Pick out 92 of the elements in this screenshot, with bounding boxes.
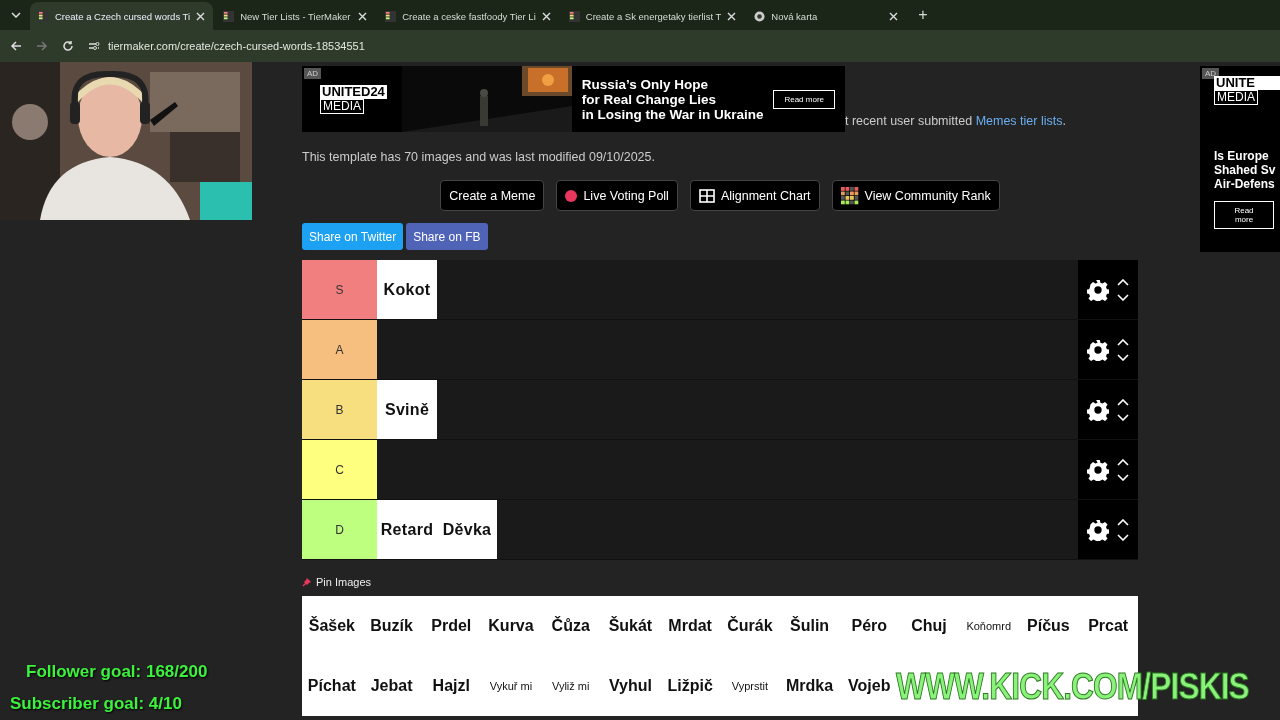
tier-label: A	[302, 320, 377, 379]
ad-badge: AD	[304, 68, 322, 79]
ad-headline: Is Europe	[1214, 149, 1270, 163]
close-icon[interactable]	[541, 11, 551, 21]
word-tile[interactable]: Buzík	[361, 596, 422, 656]
share-button[interactable]: Share on FB	[406, 223, 488, 250]
ad-banner[interactable]: AD UNITED24 MEDIA Russia’s Only Hope for Real Change Lies in Losing the War in Ukraine Read more	[302, 66, 845, 132]
close-icon[interactable]	[196, 11, 206, 21]
word-tile[interactable]: Vykuř mi	[481, 656, 541, 716]
reload-icon[interactable]	[62, 40, 74, 52]
tab-title: Create a Sk energetaky tierlist T	[585, 10, 722, 22]
ad-logo: UNITED24	[320, 84, 387, 99]
word-tile[interactable]: Šukát	[600, 596, 661, 656]
tab-title: New Tier Lists - TierMaker	[240, 10, 352, 22]
tier-item-card[interactable]: Kokot	[377, 260, 437, 319]
word-tile[interactable]: Ližpič	[660, 656, 720, 716]
word-tile[interactable]: Kurva	[481, 596, 541, 656]
ad-headline: for Real Change Lies	[581, 91, 717, 107]
ad-badge: AD	[1202, 68, 1220, 79]
grid-icon	[698, 188, 715, 203]
word-tile[interactable]: Vyprstit	[720, 656, 780, 716]
settings-icon[interactable]	[1087, 278, 1109, 301]
word-tile[interactable]: Hajzl	[421, 656, 482, 716]
word-tile[interactable]: Chuj	[899, 596, 959, 656]
tier-item-card[interactable]: Svině	[377, 380, 437, 439]
intro-period: .	[1062, 114, 1066, 128]
tier-label: D	[302, 500, 377, 559]
template-info: This template has 70 images and was last modified 09/10/2025.	[302, 150, 656, 164]
word-tile[interactable]: Šašek	[302, 596, 362, 656]
settings-icon[interactable]	[1087, 458, 1109, 481]
tier-label: C	[302, 440, 377, 499]
read-more-button[interactable]: Read more	[773, 89, 835, 109]
tier-item-card[interactable]: Děvka	[437, 500, 497, 559]
action-button[interactable]: View Community Rank	[831, 180, 1000, 211]
browser-tab[interactable]: New Tier Lists - TierMaker	[215, 2, 376, 30]
ad-headline: Shahed Sv	[1214, 163, 1277, 177]
subscriber-goal: Subscriber goal: 4/10	[10, 694, 183, 714]
word-tile[interactable]: Prcat	[1078, 596, 1138, 656]
word-tile[interactable]: Píčus	[1018, 596, 1079, 656]
action-button[interactable]: Create a Meme	[440, 180, 545, 211]
tab-title: Create a ceske fastfoody Tier Li	[402, 10, 536, 22]
settings-icon[interactable]	[1087, 398, 1109, 421]
word-tile[interactable]: Čůza	[540, 596, 601, 656]
site-settings-icon[interactable]	[88, 41, 100, 51]
ad-headline: Russia’s Only Hope	[581, 76, 709, 92]
pin-icon	[302, 577, 312, 587]
intro-text: t recent user submitted	[845, 114, 974, 128]
browser-tab[interactable]: Nová karta	[746, 2, 907, 30]
tier-item-card[interactable]: Retard	[377, 500, 437, 559]
dot-icon	[565, 189, 578, 202]
ad-headline: Air-Defens	[1214, 177, 1276, 191]
word-tile[interactable]: Vyhul	[600, 656, 661, 716]
back-icon[interactable]	[10, 40, 22, 52]
word-tile[interactable]: Péro	[839, 596, 900, 656]
action-button[interactable]: Alignment Chart	[689, 180, 820, 211]
settings-icon[interactable]	[1087, 518, 1109, 541]
ad-logo-subtitle: MEDIA	[320, 98, 364, 114]
word-tile[interactable]: Čurák	[720, 596, 780, 656]
pin-images-label[interactable]: Pin Images	[316, 576, 372, 588]
rank-grid-icon	[840, 186, 859, 205]
site-icon	[223, 10, 235, 22]
read-more-button[interactable]: Read more	[1214, 201, 1274, 229]
ad-logo: UNITE	[1214, 76, 1280, 90]
word-tile[interactable]: Prdel	[421, 596, 482, 656]
forward-icon[interactable]	[36, 40, 48, 52]
site-icon	[385, 10, 397, 22]
word-tile[interactable]: Mrdat	[660, 596, 720, 656]
word-tile[interactable]: Koňomrd	[958, 596, 1019, 656]
ad-logo-subtitle: MEDIA	[1214, 90, 1258, 105]
word-tile[interactable]: Mrdka	[779, 656, 840, 716]
ad-headline: in Losing the War in Ukraine	[581, 106, 764, 122]
close-icon[interactable]	[889, 11, 899, 21]
follower-goal: Follower goal: 168/200	[26, 662, 209, 682]
browser-tab[interactable]: Create a Sk energetaky tierlist T	[560, 2, 745, 30]
action-button[interactable]: Live Voting Poll	[556, 180, 678, 211]
close-icon[interactable]	[727, 11, 737, 21]
site-icon	[38, 10, 49, 22]
word-tile[interactable]: Píchat	[302, 656, 362, 716]
address-field[interactable]: tiermaker.com/create/czech-cursed-words-18534551	[108, 40, 365, 52]
tab-title: Create a Czech cursed words Ti	[55, 10, 191, 22]
browser-tab[interactable]: Create a Czech cursed words Ti	[30, 2, 214, 30]
site-icon	[568, 10, 580, 22]
tab-title: Nová karta	[771, 10, 819, 22]
tier-label: B	[302, 380, 377, 439]
settings-icon[interactable]	[1087, 338, 1109, 361]
tier-label: S	[302, 260, 377, 319]
word-tile[interactable]: Vyliž mi	[540, 656, 601, 716]
new-tab-button[interactable]: +	[918, 6, 928, 24]
word-tile[interactable]: Šulin	[779, 596, 840, 656]
close-icon[interactable]	[358, 11, 368, 21]
word-tile[interactable]: Jebat	[361, 656, 422, 716]
browser-tab[interactable]: Create a ceske fastfoody Tier Li	[377, 2, 559, 30]
